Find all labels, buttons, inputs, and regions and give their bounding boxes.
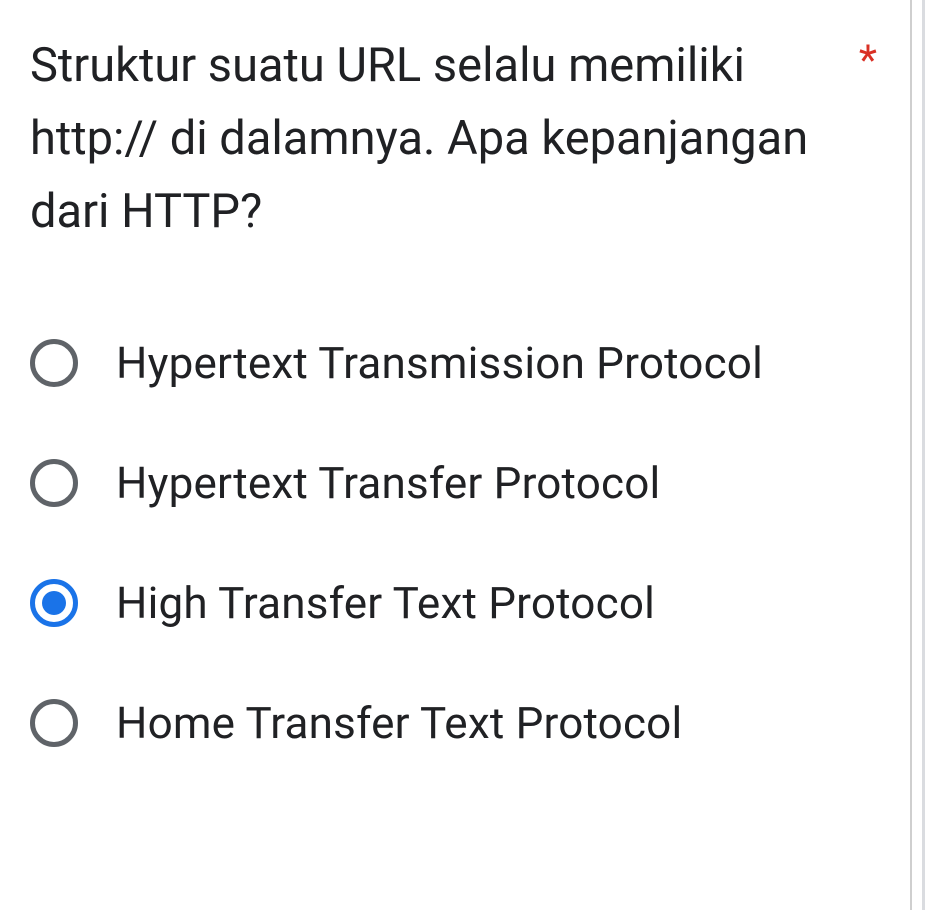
option-row[interactable]: Hypertext Transmission Protocol: [30, 329, 892, 397]
question-card: Struktur suatu URL selalu memiliki http:…: [0, 0, 925, 910]
radio-icon[interactable]: [30, 339, 78, 387]
option-row[interactable]: Hypertext Transfer Protocol: [30, 449, 892, 517]
scrollbar-track[interactable]: [910, 0, 912, 910]
radio-icon[interactable]: [30, 579, 78, 627]
question-text: Struktur suatu URL selalu memiliki http:…: [30, 30, 839, 249]
option-label: High Transfer Text Protocol: [116, 569, 655, 637]
radio-icon[interactable]: [30, 699, 78, 747]
options-group: Hypertext Transmission Protocol Hypertex…: [30, 329, 892, 758]
option-row[interactable]: Home Transfer Text Protocol: [30, 689, 892, 757]
option-label: Hypertext Transmission Protocol: [116, 329, 763, 397]
radio-dot-icon: [42, 591, 66, 615]
option-label: Hypertext Transfer Protocol: [116, 449, 660, 517]
question-header: Struktur suatu URL selalu memiliki http:…: [30, 30, 892, 249]
radio-icon[interactable]: [30, 459, 78, 507]
required-asterisk-icon: *: [859, 30, 892, 82]
option-label: Home Transfer Text Protocol: [116, 689, 682, 757]
option-row[interactable]: High Transfer Text Protocol: [30, 569, 892, 637]
